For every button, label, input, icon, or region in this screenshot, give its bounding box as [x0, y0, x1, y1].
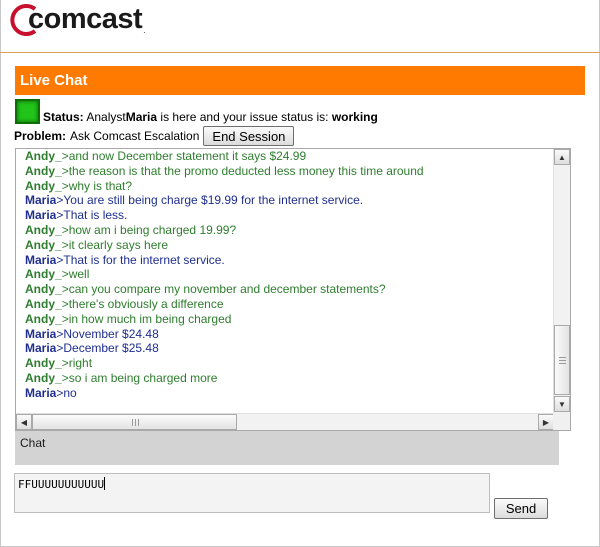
chat-message: Andy_>there's obviously a difference: [25, 297, 551, 312]
message-sender: Maria: [25, 193, 57, 208]
vertical-scrollbar[interactable]: ▲ ▼: [553, 149, 570, 413]
chat-message: Andy_>why is that?: [25, 179, 551, 194]
message-text: >the reason is that the promo deducted l…: [61, 163, 424, 178]
header-divider: [0, 52, 600, 53]
message-sender: Maria: [25, 208, 57, 223]
scroll-left-icon[interactable]: ◀: [16, 414, 32, 430]
horizontal-scrollbar[interactable]: ◀ ▶: [16, 413, 555, 430]
message-sender: Andy_: [25, 149, 62, 163]
message-sender: Andy_: [25, 178, 62, 193]
message-sender: Andy_: [25, 296, 62, 311]
chat-message: Maria>That is less.: [25, 208, 551, 223]
message-text: >You are still being charge $19.99 for t…: [56, 193, 364, 208]
chat-message: Andy_>in how much im being charged: [25, 312, 551, 327]
message-text: >it clearly says here: [61, 237, 169, 252]
chat-message: Andy_>so i am being charged more: [25, 371, 551, 386]
status-label: Status:: [43, 110, 84, 124]
message-text: >November $24.48: [56, 326, 159, 341]
problem-label: Problem:: [14, 129, 67, 143]
chat-message: Maria>That is for the internet service.: [25, 253, 551, 268]
chat-message: Andy_>the reason is that the promo deduc…: [25, 164, 551, 179]
message-text: >well: [61, 267, 90, 282]
horizontal-scroll-thumb[interactable]: [32, 414, 237, 430]
message-sender: Maria: [25, 385, 57, 400]
chat-message: Maria>December $25.48: [25, 341, 551, 356]
status-analyst: Maria: [125, 110, 158, 124]
chat-message: Andy_>how am i being charged 19.99?: [25, 223, 551, 238]
scroll-right-icon[interactable]: ▶: [538, 414, 554, 430]
send-button[interactable]: Send: [494, 498, 548, 519]
chat-message: Andy_>and now December statement it says…: [25, 149, 551, 164]
chat-message: Andy_>it clearly says here: [25, 238, 551, 253]
message-text: >why is that?: [61, 178, 133, 193]
logo-dot: .: [143, 25, 146, 35]
logo-swoosh-icon: [5, 2, 37, 36]
text-caret: [104, 477, 106, 490]
message-text: >right: [61, 356, 93, 371]
chat-message: Andy_>well: [25, 267, 551, 282]
status-text: Status: AnalystMaria is here and your is…: [43, 110, 378, 124]
live-chat-header: Live Chat: [15, 66, 585, 95]
message-sender: Andy_: [25, 163, 62, 178]
message-sender: Andy_: [25, 311, 62, 326]
message-text: >there's obviously a difference: [61, 296, 224, 311]
message-text: >can you compare my november and decembe…: [61, 282, 386, 297]
problem-row: Problem: Ask Comcast Escalation End Sess…: [14, 126, 295, 146]
status-row: Status: AnalystMaria is here and your is…: [15, 96, 378, 124]
message-input-value: FFUUUUUUUUUUU: [18, 478, 105, 491]
status-light-icon: [15, 99, 40, 124]
end-session-button[interactable]: End Session: [203, 126, 295, 146]
message-sender: Maria: [25, 341, 57, 356]
message-text: >how am i being charged 19.99?: [61, 222, 237, 237]
logo-wordmark: comcast: [28, 3, 143, 35]
message-sender: Andy_: [25, 267, 62, 282]
message-sender: Andy_: [25, 222, 62, 237]
message-text: >That is for the internet service.: [56, 252, 225, 267]
message-text: >That is less.: [56, 208, 128, 223]
chat-message: Andy_>can you compare my november and de…: [25, 282, 551, 297]
status-pre: Analyst: [86, 110, 126, 124]
chat-message: Maria>no: [25, 386, 551, 401]
message-sender: Maria: [25, 326, 57, 341]
chat-message: Maria>November $24.48: [25, 327, 551, 342]
message-sender: Andy_: [25, 282, 62, 297]
message-text: >in how much im being charged: [61, 311, 232, 326]
transcript-lines: Andy_>and now December statement it says…: [25, 149, 551, 413]
problem-value: Ask Comcast Escalation: [70, 129, 200, 143]
message-text: >so i am being charged more: [61, 370, 218, 385]
message-sender: Andy_: [25, 356, 62, 371]
chat-transcript[interactable]: Andy_>and now December statement it says…: [15, 148, 571, 431]
message-text: >no: [56, 385, 77, 400]
vertical-scroll-thumb[interactable]: [554, 325, 570, 395]
scroll-corner: [553, 413, 570, 430]
chat-message: Andy_>right: [25, 356, 551, 371]
scroll-down-icon[interactable]: ▼: [554, 396, 570, 412]
message-sender: Andy_: [25, 370, 62, 385]
message-sender: Maria: [25, 252, 57, 267]
chat-message: Maria>You are still being charge $19.99 …: [25, 193, 551, 208]
scroll-up-icon[interactable]: ▲: [554, 149, 570, 165]
chat-label: Chat: [15, 431, 559, 465]
message-text: >December $25.48: [56, 341, 159, 356]
status-mid: is here and your issue status is:: [160, 110, 329, 124]
status-state: working: [331, 110, 378, 124]
comcast-logo: comcast .: [5, 0, 146, 40]
message-input[interactable]: FFUUUUUUUUUUU: [14, 473, 490, 513]
message-text: >and now December statement it says $24.…: [61, 149, 307, 163]
message-sender: Andy_: [25, 237, 62, 252]
